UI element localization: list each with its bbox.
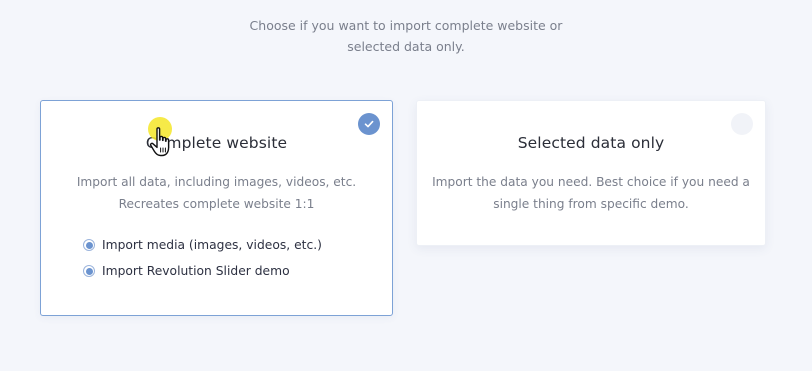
intro-line-1: Choose if you want to import complete we… xyxy=(249,18,563,33)
selected-data-card[interactable]: Selected data only Import the data you n… xyxy=(416,100,766,246)
import-media-radio[interactable] xyxy=(83,239,95,251)
complete-website-card[interactable]: Complete website Import all data, includ… xyxy=(40,100,393,316)
radio-checked-dot xyxy=(85,241,93,249)
import-type-page: Choose if you want to import complete we… xyxy=(0,0,812,371)
selected-data-desc-line-1: Import the data you need. Best choice if… xyxy=(432,175,750,189)
selected-data-desc-line-2: single thing from specific demo. xyxy=(493,197,689,211)
selected-data-description: Import the data you need. Best choice if… xyxy=(417,171,765,215)
radio-checked-dot xyxy=(85,267,93,275)
complete-website-desc-line-1: Import all data, including images, video… xyxy=(76,175,357,189)
import-revslider-label: Import Revolution Slider demo xyxy=(102,264,290,278)
check-icon xyxy=(364,120,374,128)
unselected-badge xyxy=(731,113,753,135)
import-revslider-option[interactable]: Import Revolution Slider demo xyxy=(83,258,322,284)
import-media-label: Import media (images, videos, etc.) xyxy=(102,238,322,252)
complete-website-title: Complete website xyxy=(145,134,288,152)
complete-website-desc-line-2: Recreates complete website 1:1 xyxy=(118,197,315,211)
intro-text: Choose if you want to import complete we… xyxy=(0,15,812,57)
import-revslider-radio[interactable] xyxy=(83,265,95,277)
selected-check-badge xyxy=(358,113,380,135)
intro-line-2: selected data only. xyxy=(347,39,465,54)
import-options: Import media (images, videos, etc.) Impo… xyxy=(83,232,322,284)
selected-data-title: Selected data only xyxy=(517,134,665,152)
complete-website-description: Import all data, including images, video… xyxy=(41,171,392,215)
import-media-option[interactable]: Import media (images, videos, etc.) xyxy=(83,232,322,258)
